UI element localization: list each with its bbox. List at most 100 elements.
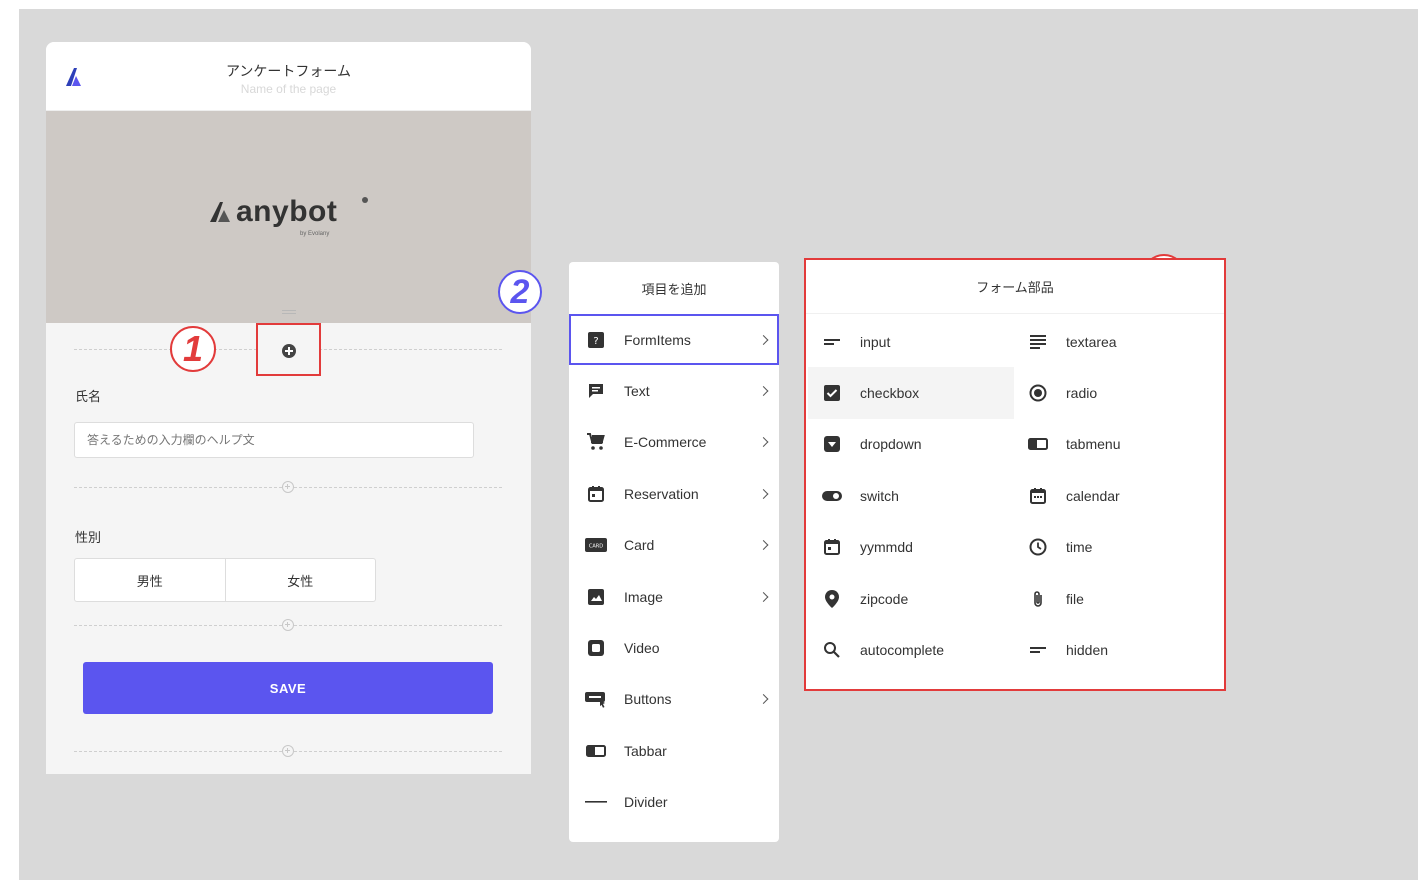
part-radio[interactable]: radio	[1014, 367, 1220, 418]
part-label: yymmdd	[860, 539, 913, 556]
part-label: switch	[860, 487, 899, 504]
switch-icon	[822, 486, 842, 506]
chevron-right-icon	[758, 386, 769, 397]
step-callout-1: 1	[170, 326, 216, 372]
pin-icon	[822, 589, 842, 609]
part-hidden[interactable]: hidden	[1014, 624, 1220, 675]
parts-title: フォーム部品	[806, 260, 1224, 314]
field-label-gender: 性別	[75, 530, 102, 545]
hidden-icon	[1028, 640, 1048, 660]
part-label: textarea	[1066, 333, 1117, 350]
part-yymmdd[interactable]: yymmdd	[808, 522, 1014, 573]
name-input[interactable]	[74, 422, 474, 458]
part-label: input	[860, 333, 891, 350]
menu-item-label: Tabbar	[624, 742, 667, 759]
gender-option-female[interactable]: 女性	[224, 559, 376, 601]
chat-icon	[585, 380, 607, 402]
menu-item-ecommerce[interactable]: E-Commerce	[569, 417, 779, 468]
part-label: dropdown	[860, 436, 922, 453]
calendar-icon	[1028, 486, 1048, 506]
part-switch[interactable]: switch	[808, 470, 1014, 521]
menu-item-label: FormItems	[624, 331, 691, 348]
menu-item-tabbar[interactable]: Tabbar	[569, 725, 779, 776]
divider-icon	[585, 791, 607, 813]
brand-by: by Evolany	[300, 231, 330, 237]
date-icon	[822, 537, 842, 557]
field-label-name: 氏名	[75, 389, 102, 404]
plus-circle-icon	[282, 344, 296, 358]
input-icon	[822, 332, 842, 352]
part-autocomplete[interactable]: autocomplete	[808, 624, 1014, 675]
form-parts-panel: フォーム部品 input textarea checkbox radio dro…	[804, 258, 1226, 691]
menu-item-label: E-Commerce	[624, 434, 707, 451]
chevron-right-icon	[758, 334, 769, 345]
part-label: zipcode	[860, 590, 909, 607]
card-icon: CARD	[585, 534, 607, 556]
tabmenu-icon	[1028, 434, 1048, 454]
menu-title: 項目を追加	[641, 281, 707, 297]
preview-header: アンケートフォーム Name of the page	[46, 42, 531, 111]
insert-plus-icon[interactable]	[282, 481, 294, 493]
brand-name: anybot	[236, 195, 338, 228]
menu-item-image[interactable]: Image	[569, 571, 779, 622]
gender-tabmenu: 男性 女性	[74, 558, 376, 602]
video-icon	[585, 637, 607, 659]
drag-handle-icon[interactable]	[282, 310, 296, 314]
menu-item-label: Video	[624, 640, 660, 657]
textarea-icon	[1028, 332, 1048, 352]
menu-item-buttons[interactable]: Buttons	[569, 674, 779, 725]
menu-item-divider[interactable]: Divider	[569, 777, 779, 828]
part-textarea[interactable]: textarea	[1014, 316, 1220, 367]
paperclip-icon	[1028, 589, 1048, 609]
menu-item-label: Text	[624, 383, 650, 400]
add-item-button[interactable]	[256, 323, 321, 376]
chevron-right-icon	[758, 540, 769, 551]
menu-item-label: Image	[624, 588, 663, 605]
part-time[interactable]: time	[1014, 522, 1220, 573]
menu-item-video[interactable]: Video	[569, 622, 779, 673]
menu-item-text[interactable]: Text	[569, 365, 779, 416]
checkbox-icon	[822, 383, 842, 403]
insert-plus-icon[interactable]	[282, 745, 294, 757]
calendar-icon	[585, 483, 607, 505]
svg-text:?: ?	[593, 336, 598, 347]
chevron-right-icon	[758, 694, 769, 705]
step-callout-2: 2	[498, 270, 542, 314]
part-label: radio	[1066, 385, 1098, 402]
chevron-right-icon	[758, 488, 769, 499]
parts-grid: input textarea checkbox radio dropdown t…	[808, 316, 1224, 676]
banner-image: anybot by Evolany	[46, 111, 531, 323]
menu-item-label: Card	[624, 537, 655, 554]
part-label: calendar	[1066, 487, 1120, 504]
part-input[interactable]: input	[808, 316, 1014, 367]
menu-item-reservation[interactable]: Reservation	[569, 468, 779, 519]
svg-text:CARD: CARD	[589, 544, 603, 550]
page-preview: アンケートフォーム Name of the page anybot by Evo…	[46, 42, 531, 774]
page-title: アンケートフォーム	[225, 63, 352, 79]
part-label: time	[1066, 539, 1093, 556]
registered-mark-icon	[362, 197, 368, 203]
chevron-right-icon	[758, 437, 769, 448]
cart-icon	[585, 431, 607, 453]
menu-item-label: Divider	[624, 794, 668, 811]
part-label: checkbox	[860, 385, 920, 402]
part-calendar[interactable]: calendar	[1014, 470, 1220, 521]
part-tabmenu[interactable]: tabmenu	[1014, 419, 1220, 470]
insert-plus-icon[interactable]	[282, 619, 294, 631]
menu-item-label: Reservation	[624, 485, 699, 502]
save-button[interactable]: SAVE	[83, 662, 493, 714]
part-dropdown[interactable]: dropdown	[808, 419, 1014, 470]
part-checkbox[interactable]: checkbox	[808, 367, 1014, 419]
part-label: file	[1066, 590, 1084, 607]
chevron-right-icon	[758, 591, 769, 602]
part-label: autocomplete	[860, 642, 945, 659]
clock-icon	[1028, 537, 1048, 557]
menu-item-formitems[interactable]: ? FormItems	[569, 314, 779, 366]
gender-option-male[interactable]: 男性	[75, 559, 225, 601]
part-zipcode[interactable]: zipcode	[808, 573, 1014, 624]
part-file[interactable]: file	[1014, 573, 1220, 624]
form-items-icon: ?	[585, 329, 607, 351]
menu-item-card[interactable]: CARD Card	[569, 520, 779, 571]
page-subtitle: Name of the page	[240, 82, 337, 96]
brand-mark-icon	[210, 202, 230, 222]
